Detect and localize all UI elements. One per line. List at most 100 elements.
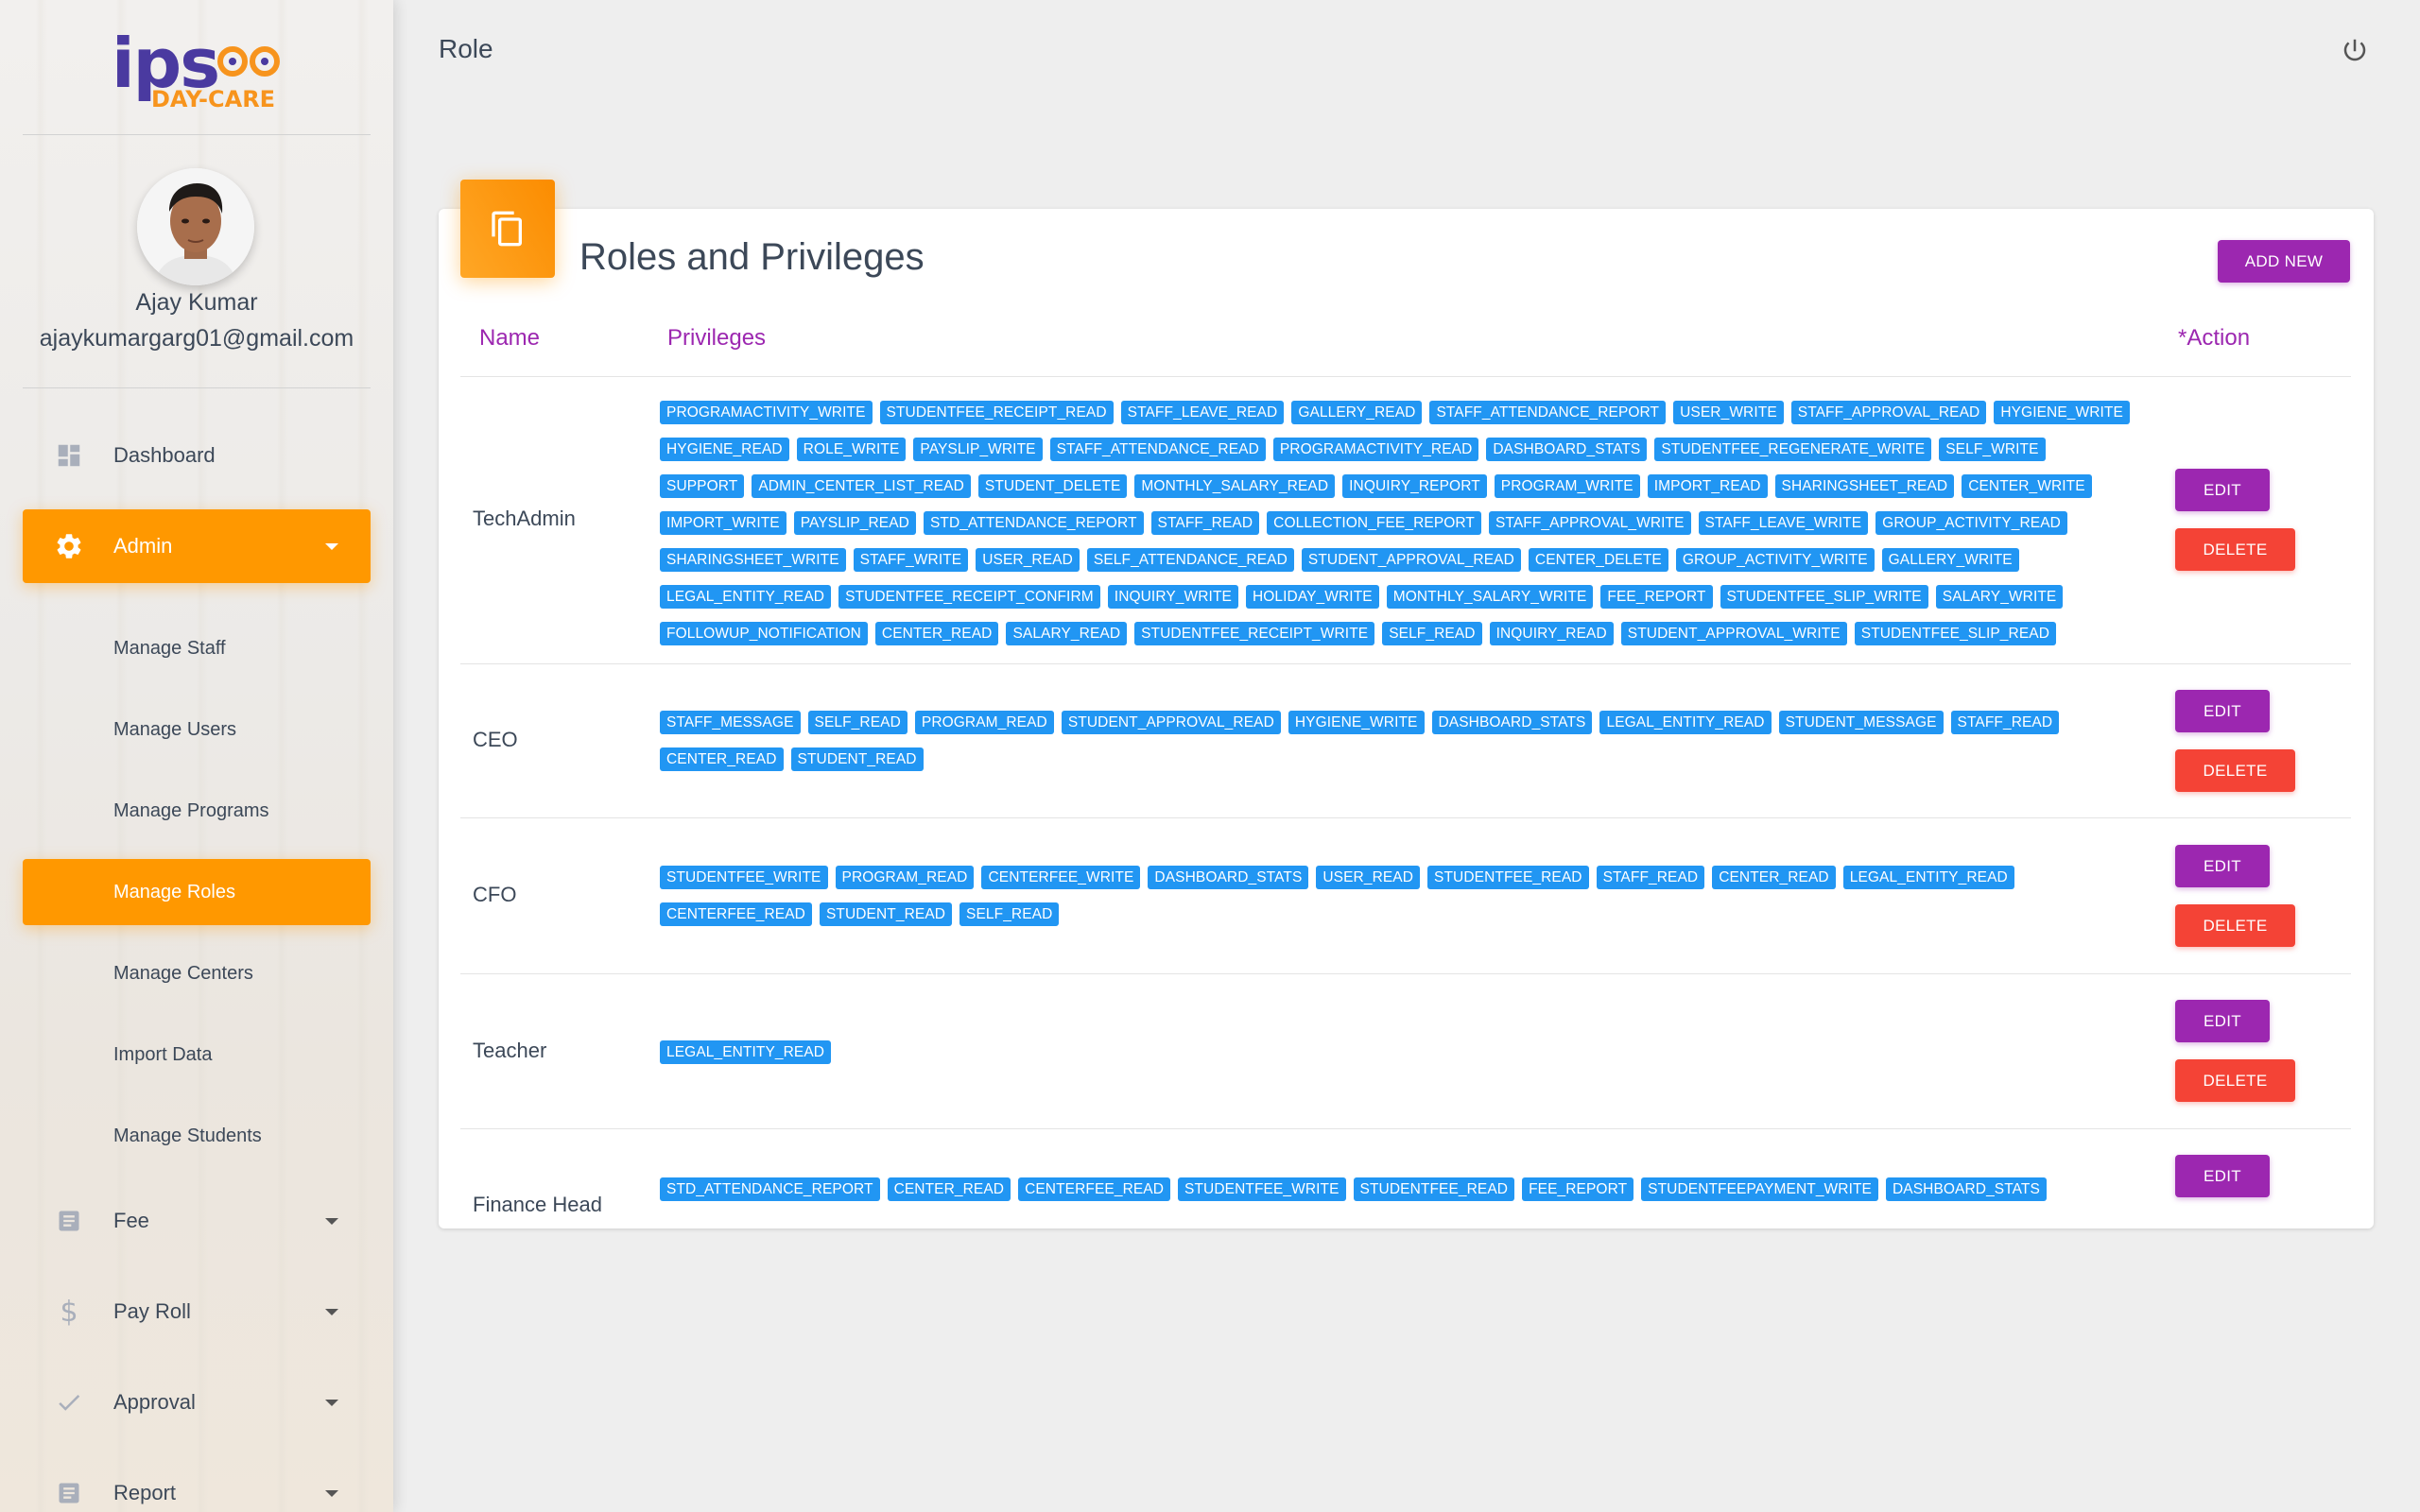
privilege-tag: STUDENTFEE_READ xyxy=(1427,866,1589,889)
nav-report-label: Report xyxy=(113,1481,177,1504)
privilege-tag: STAFF_ATTENDANCE_REPORT xyxy=(1429,401,1667,424)
delete-button[interactable]: DELETE xyxy=(2175,749,2295,792)
logo-container[interactable]: ips DAY-CARE xyxy=(0,23,393,117)
power-icon[interactable] xyxy=(2341,36,2369,64)
privilege-tag: MONTHLY_SALARY_READ xyxy=(1134,474,1336,498)
role-name: CEO xyxy=(473,728,518,751)
copy-icon xyxy=(460,180,555,278)
chevron-down-icon xyxy=(325,1309,338,1315)
logo-eyes xyxy=(217,46,280,77)
nav-fee-label: Fee xyxy=(113,1209,149,1232)
privilege-tag: USER_READ xyxy=(1316,866,1421,889)
add-new-button[interactable]: ADD NEW xyxy=(2218,240,2350,283)
privilege-tag: CENTERFEE_WRITE xyxy=(981,866,1141,889)
privilege-tag: HYGIENE_WRITE xyxy=(1288,711,1425,734)
user-name: Ajay Kumar xyxy=(135,289,258,316)
privilege-tag: STUDENT_READ xyxy=(819,902,953,926)
header-name: Name xyxy=(479,325,541,351)
privilege-tag: FEE_REPORT xyxy=(1600,585,1713,609)
nav-admin[interactable]: Admin xyxy=(23,509,371,583)
privilege-tag: GALLERY_WRITE xyxy=(1881,548,2019,572)
privilege-tag: SHARINGSHEET_WRITE xyxy=(660,548,846,572)
nav-manage-staff[interactable]: Manage Staff xyxy=(23,615,371,681)
privilege-tag: SHARINGSHEET_READ xyxy=(1774,474,1955,498)
edit-button[interactable]: EDIT xyxy=(2175,1000,2270,1042)
privilege-tag: STUDENTFEE_WRITE xyxy=(1178,1177,1346,1201)
chevron-down-icon xyxy=(325,1400,338,1406)
privilege-tag: STAFF_APPROVAL_READ xyxy=(1790,401,1987,424)
privilege-tag: STUDENT_MESSAGE xyxy=(1778,711,1944,734)
privilege-tag: CENTER_READ xyxy=(887,1177,1011,1201)
privilege-tag: HYGIENE_WRITE xyxy=(1994,401,2130,424)
delete-button[interactable]: DELETE xyxy=(2175,1059,2295,1102)
delete-button[interactable]: DELETE xyxy=(2175,528,2295,571)
privilege-tag: CENTERFEE_READ xyxy=(1018,1177,1171,1201)
privilege-tag: CENTERFEE_READ xyxy=(660,902,812,926)
privilege-tag: HYGIENE_READ xyxy=(660,438,789,461)
privilege-tag: SALARY_READ xyxy=(1006,622,1128,645)
privilege-tag: CENTER_READ xyxy=(1712,866,1836,889)
privilege-tag: STUDENT_READ xyxy=(790,747,924,771)
dashboard-icon xyxy=(49,441,89,470)
privilege-tag: DASHBOARD_STATS xyxy=(1431,711,1593,734)
nav-report[interactable]: Report xyxy=(23,1456,371,1512)
sidebar: ips DAY-CARE Ajay Kumar ajaykumargarg01@… xyxy=(0,0,393,1512)
edit-button[interactable]: EDIT xyxy=(2175,1155,2270,1197)
privilege-list: STD_ATTENDANCE_REPORT CENTER_READ CENTERFE… xyxy=(660,1177,2135,1214)
nav-dashboard[interactable]: Dashboard xyxy=(23,419,371,492)
nav-fee[interactable]: Fee xyxy=(23,1184,371,1258)
privilege-tag: GROUP_ACTIVITY_READ xyxy=(1876,511,2067,535)
edit-button[interactable]: EDIT xyxy=(2175,690,2270,732)
role-name: TechAdmin xyxy=(473,507,576,530)
delete-button[interactable]: DELETE xyxy=(2175,904,2295,947)
nav-approval[interactable]: Approval xyxy=(23,1366,371,1439)
header-action: *Action xyxy=(2178,325,2251,351)
privilege-tag: SELF_READ xyxy=(807,711,908,734)
nav-manage-centers[interactable]: Manage Centers xyxy=(23,940,371,1006)
receipt-icon xyxy=(49,1207,89,1235)
row-divider xyxy=(460,817,2351,818)
privilege-tag: PROGRAMACTIVITY_WRITE xyxy=(660,401,873,424)
privilege-tag: SELF_READ xyxy=(1382,622,1482,645)
report-icon xyxy=(49,1479,89,1507)
privilege-tag: CENTER_READ xyxy=(660,747,784,771)
privilege-tag: LEGAL_ENTITY_READ xyxy=(660,585,832,609)
privilege-tag: SELF_WRITE xyxy=(1939,438,2046,461)
privilege-tag: STAFF_LEAVE_WRITE xyxy=(1698,511,1869,535)
nav-manage-roles[interactable]: Manage Roles xyxy=(23,859,371,925)
privilege-list: STUDENTFEE_WRITE PROGRAM_READ CENTERFEE_WR… xyxy=(660,866,2135,939)
privilege-tag: HOLIDAY_WRITE xyxy=(1245,585,1379,609)
privilege-tag: STD_ATTENDANCE_REPORT xyxy=(923,511,1144,535)
privilege-tag: DASHBOARD_STATS xyxy=(1486,438,1648,461)
privilege-tag: USER_READ xyxy=(976,548,1080,572)
privilege-tag: STUDENTFEE_RECEIPT_WRITE xyxy=(1134,622,1375,645)
nav-payroll[interactable]: $ Pay Roll xyxy=(23,1275,371,1349)
row-divider xyxy=(460,663,2351,664)
nav-manage-programs[interactable]: Manage Programs xyxy=(23,778,371,844)
privilege-tag: PROGRAM_WRITE xyxy=(1494,474,1640,498)
edit-button[interactable]: EDIT xyxy=(2175,845,2270,887)
role-name: Teacher xyxy=(473,1039,547,1062)
card-title: Roles and Privileges xyxy=(579,236,925,278)
privilege-tag: STAFF_ATTENDANCE_READ xyxy=(1049,438,1266,461)
nav-manage-students[interactable]: Manage Students xyxy=(23,1103,371,1169)
edit-button[interactable]: EDIT xyxy=(2175,469,2270,511)
avatar[interactable] xyxy=(137,168,254,285)
privilege-tag: STAFF_WRITE xyxy=(853,548,969,572)
nav-manage-users[interactable]: Manage Users xyxy=(23,696,371,763)
privilege-tag: SUPPORT xyxy=(660,474,745,498)
privilege-tag: MONTHLY_SALARY_WRITE xyxy=(1386,585,1594,609)
ipsaa-logo: ips DAY-CARE xyxy=(112,27,282,112)
privilege-tag: LEGAL_ENTITY_READ xyxy=(1599,711,1772,734)
privilege-tag: DASHBOARD_STATS xyxy=(1148,866,1309,889)
privilege-tag: STUDENTFEE_WRITE xyxy=(660,866,828,889)
nav-import-data[interactable]: Import Data xyxy=(23,1022,371,1088)
privilege-tag: STUDENT_APPROVAL_READ xyxy=(1301,548,1521,572)
privilege-tag: FEE_REPORT xyxy=(1522,1177,1634,1201)
divider xyxy=(23,134,371,135)
privilege-tag: GROUP_ACTIVITY_WRITE xyxy=(1675,548,1875,572)
privilege-tag: FOLLOWUP_NOTIFICATION xyxy=(660,622,868,645)
privilege-tag: PROGRAMACTIVITY_READ xyxy=(1272,438,1479,461)
role-name: Finance Head xyxy=(473,1193,602,1216)
row-divider xyxy=(460,973,2351,974)
